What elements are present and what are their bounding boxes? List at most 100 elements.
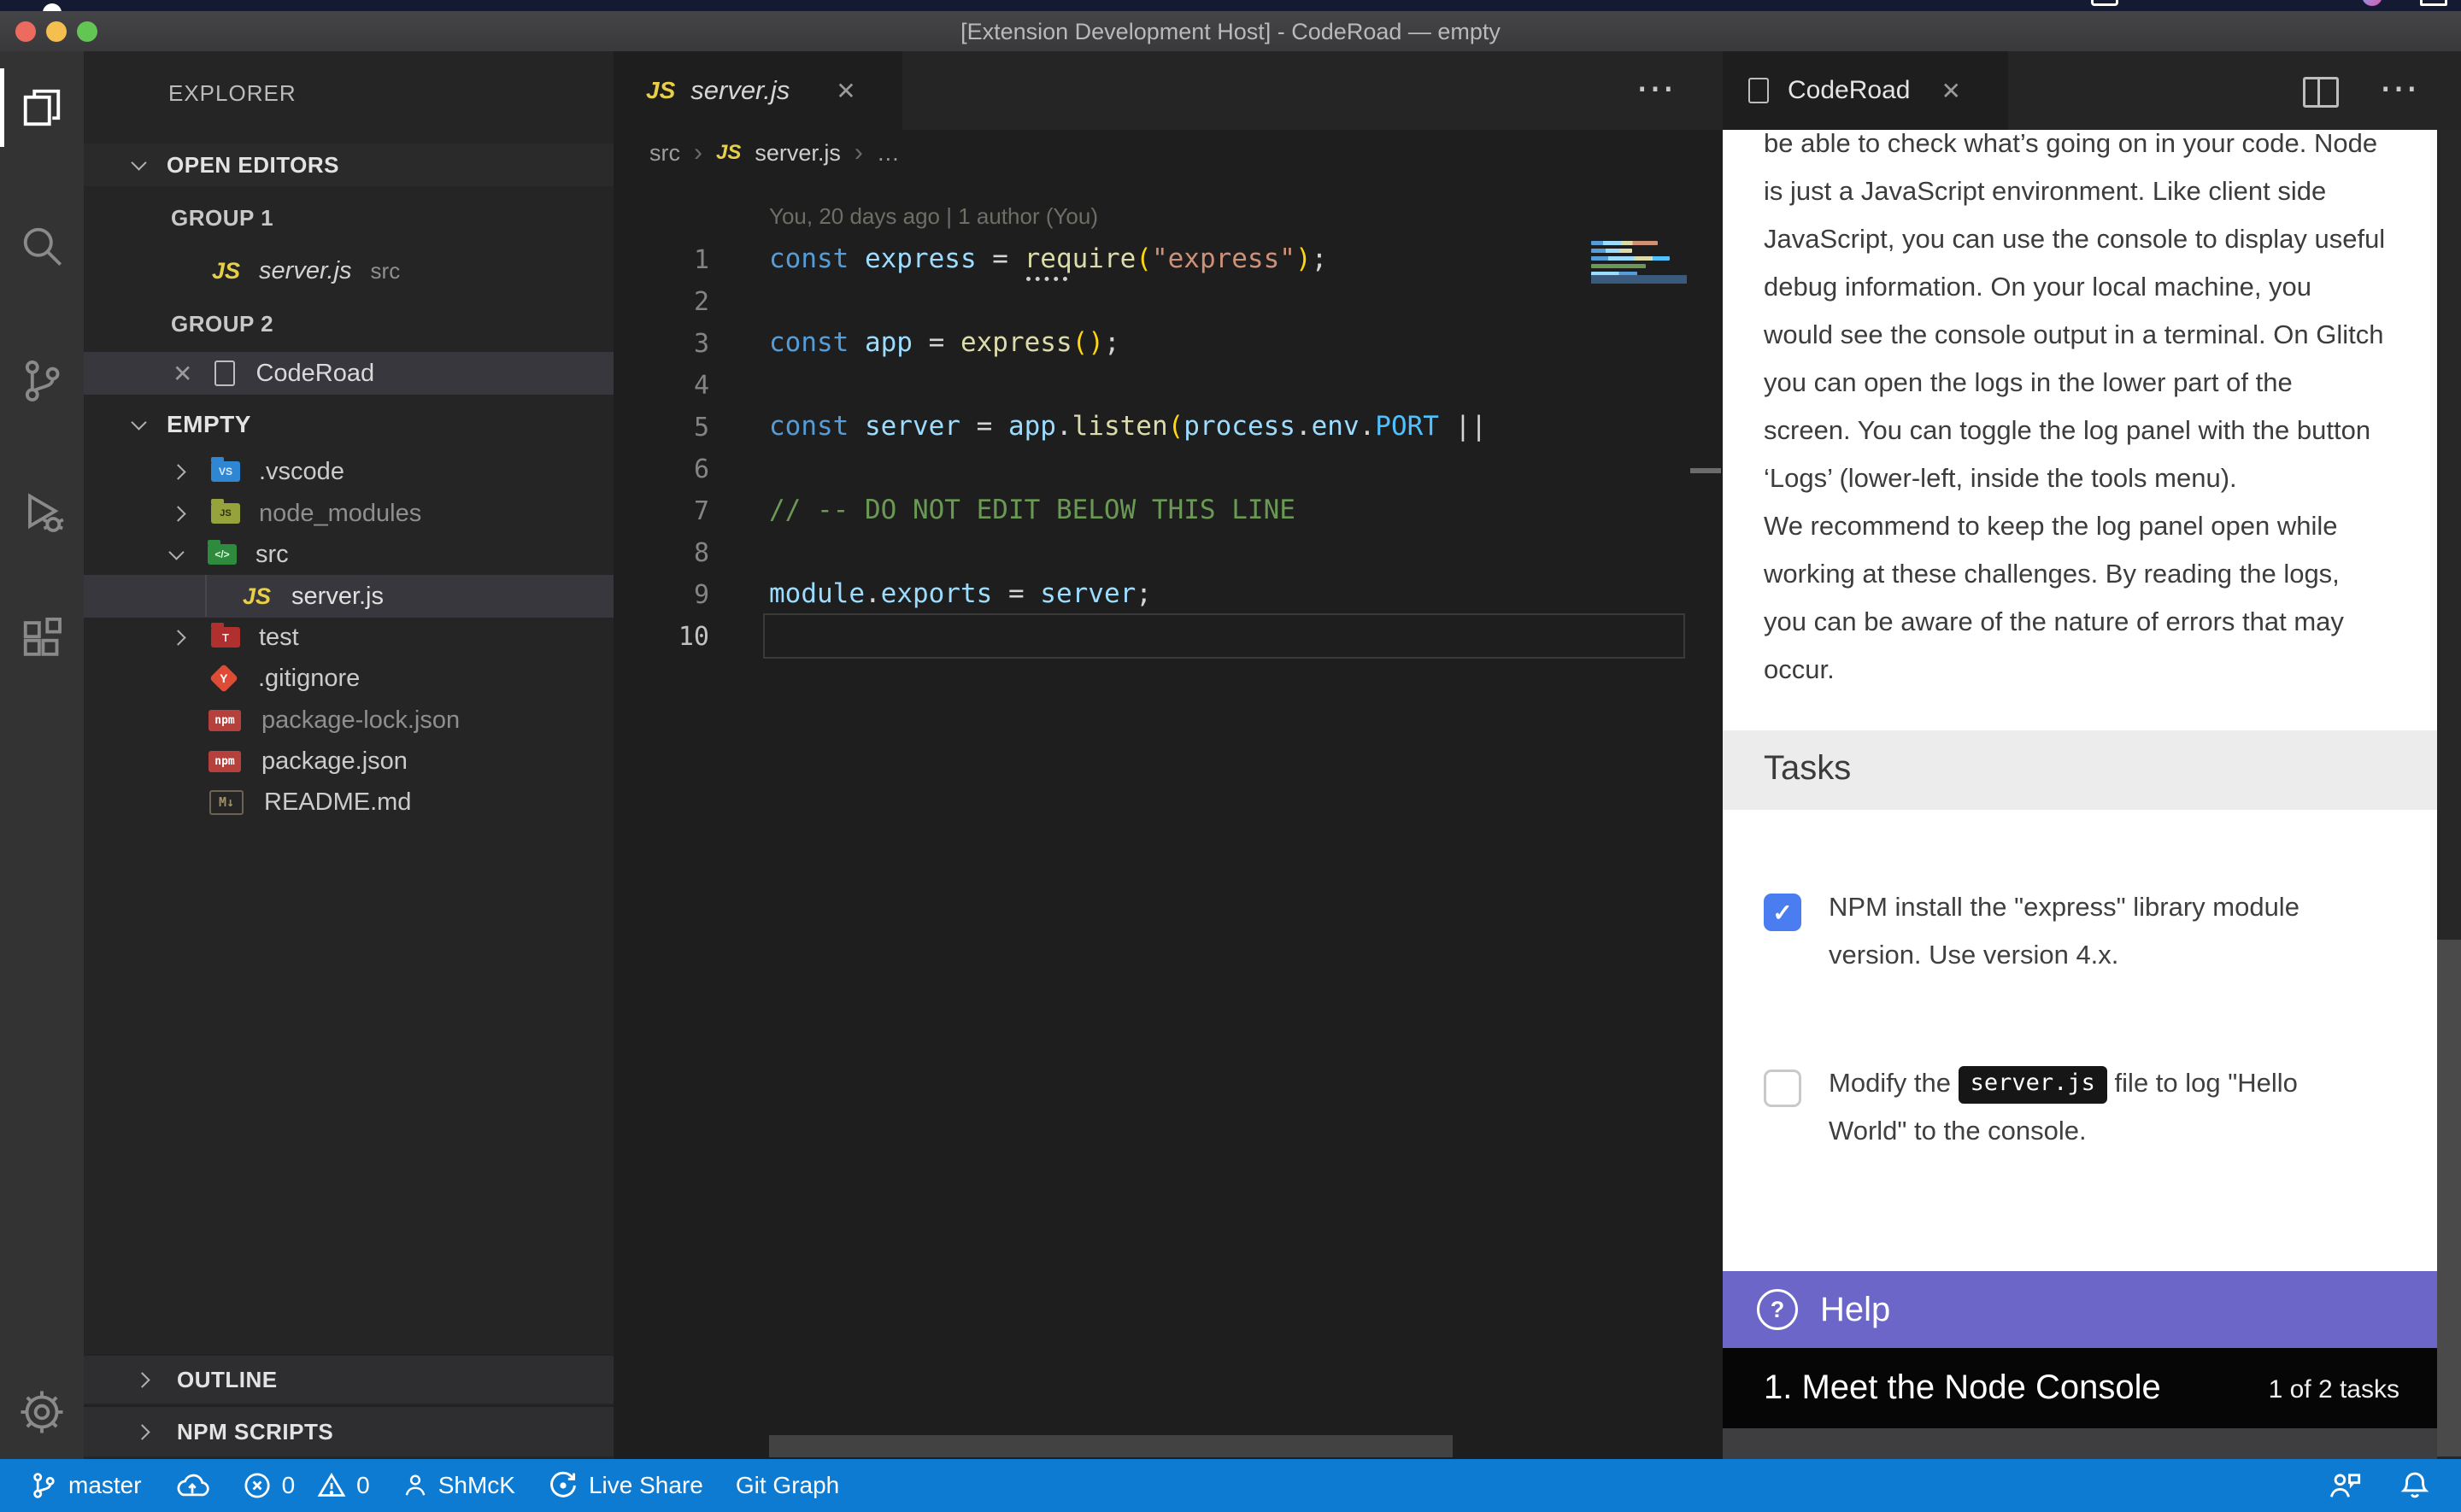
task-checkbox-checked[interactable] bbox=[1764, 894, 1801, 931]
git-graph-label: Git Graph bbox=[736, 1472, 839, 1499]
code-token: = bbox=[977, 411, 1008, 442]
task-text: World" to the console. bbox=[1829, 1107, 2427, 1155]
code-token: ; bbox=[1136, 578, 1152, 609]
git-icon: Y bbox=[209, 664, 238, 693]
line-number: 4 bbox=[631, 371, 709, 401]
tree-item-label: .vscode bbox=[259, 458, 344, 486]
menu-item-window[interactable]: Window bbox=[975, 0, 1063, 11]
tree-item-package-json[interactable]: npm package.json bbox=[84, 740, 614, 782]
mac-menu-bar: Code File Edit Selection View Go Run Ter… bbox=[0, 0, 2461, 11]
breadcrumb-folder[interactable]: src bbox=[649, 140, 680, 167]
run-debug-icon[interactable] bbox=[0, 472, 84, 554]
close-icon[interactable] bbox=[173, 360, 192, 388]
tab-coderoad[interactable]: CodeRoad bbox=[1723, 51, 2008, 130]
code-token: const bbox=[769, 243, 865, 274]
explorer-icon[interactable] bbox=[0, 67, 84, 149]
outline-section-header[interactable]: OUTLINE bbox=[84, 1354, 614, 1404]
extensions-icon[interactable] bbox=[0, 598, 84, 680]
apple-menu-icon[interactable] bbox=[43, 3, 62, 11]
gitlens-annotation[interactable]: You, 20 days ago | 1 author (You) bbox=[769, 203, 1098, 230]
chevron-right-icon bbox=[170, 506, 185, 521]
menu-item-selection[interactable]: Selection bbox=[401, 0, 503, 11]
test-folder-icon: T bbox=[211, 627, 240, 648]
task-checkbox-unchecked[interactable] bbox=[1764, 1070, 1801, 1107]
webview-scrollbar-thumb[interactable] bbox=[2437, 940, 2461, 1456]
tree-item-label: src bbox=[255, 541, 289, 569]
source-control-icon[interactable] bbox=[0, 340, 84, 422]
notifications-bell-icon[interactable] bbox=[2399, 1469, 2430, 1502]
tree-item-serverjs[interactable]: JS server.js bbox=[84, 575, 614, 618]
line-number: 1 bbox=[631, 245, 709, 275]
tree-item-test[interactable]: T test bbox=[84, 616, 614, 659]
folder-section-header[interactable]: EMPTY bbox=[84, 403, 614, 446]
js-file-icon: JS bbox=[243, 583, 271, 610]
minimap[interactable] bbox=[1591, 186, 1687, 289]
menu-item-file[interactable]: File bbox=[219, 0, 259, 11]
live-share-item[interactable]: Live Share bbox=[548, 1470, 703, 1501]
help-section-header[interactable]: ? Help bbox=[1723, 1271, 2437, 1348]
task-text: version. Use version 4.x. bbox=[1829, 931, 2427, 979]
tree-item-readme[interactable]: M↓ README.md bbox=[84, 781, 614, 823]
git-branch-item[interactable]: master bbox=[29, 1469, 142, 1502]
open-editor-serverjs[interactable]: JS server.js src bbox=[84, 249, 614, 292]
coderoad-panel: CodeRoad be able to check what’s going o… bbox=[1723, 51, 2461, 1459]
spotlight-icon[interactable]: ⌕ bbox=[2311, 0, 2324, 6]
menu-item-code[interactable]: Code bbox=[111, 0, 169, 11]
code-line: 2 bbox=[614, 280, 1723, 322]
close-icon[interactable] bbox=[836, 77, 855, 105]
problems-item[interactable]: 0 0 bbox=[243, 1471, 370, 1500]
panel-more-icon[interactable] bbox=[2379, 68, 2418, 108]
menu-item-edit[interactable]: Edit bbox=[308, 0, 351, 11]
tree-item-label: .gitignore bbox=[258, 665, 360, 693]
tree-item-src[interactable]: </> src bbox=[84, 533, 614, 576]
settings-gear-icon[interactable] bbox=[0, 1371, 84, 1453]
webview-scrollbar[interactable] bbox=[2437, 130, 2461, 1459]
feedback-icon[interactable] bbox=[2328, 1469, 2362, 1502]
chevron-right-icon bbox=[170, 630, 185, 645]
account-item[interactable]: ShMcK bbox=[402, 1470, 515, 1501]
close-icon[interactable] bbox=[1941, 77, 1960, 105]
code-line: 7 // -- DO NOT EDIT BELOW THIS LINE bbox=[614, 489, 1723, 531]
chevron-down-icon bbox=[131, 155, 146, 170]
tab-title: server.js bbox=[690, 75, 790, 106]
menu-item-run[interactable]: Run bbox=[737, 0, 781, 11]
horizontal-scrollbar[interactable] bbox=[769, 1435, 1453, 1457]
tree-item-gitignore[interactable]: Y .gitignore bbox=[84, 657, 614, 700]
menu-item-view[interactable]: View bbox=[553, 0, 605, 11]
breadcrumb-separator: › bbox=[855, 138, 863, 167]
minimap-current-line-band bbox=[1591, 275, 1687, 284]
tree-item-label: node_modules bbox=[259, 500, 421, 528]
open-editor-coderoad[interactable]: CodeRoad bbox=[84, 352, 614, 395]
tutorial-text-line: is just a JavaScript environment. Like c… bbox=[1764, 167, 2413, 215]
breadcrumb[interactable]: src › JS server.js › … bbox=[649, 138, 900, 167]
tree-item-label: package-lock.json bbox=[261, 706, 460, 735]
tab-serverjs[interactable]: JS server.js bbox=[614, 51, 902, 130]
menu-item-go[interactable]: Go bbox=[655, 0, 687, 11]
minimap-line bbox=[1591, 264, 1646, 268]
indent-guide bbox=[205, 575, 207, 617]
siri-icon[interactable] bbox=[2362, 0, 2382, 6]
editor-actions-more-icon[interactable] bbox=[1636, 68, 1675, 108]
git-graph-item[interactable]: Git Graph bbox=[736, 1472, 839, 1499]
tree-item-vscode[interactable]: VS .vscode bbox=[84, 450, 614, 493]
open-editors-header[interactable]: OPEN EDITORS bbox=[84, 144, 614, 186]
split-editor-icon[interactable] bbox=[2303, 77, 2339, 108]
sync-cloud-item[interactable] bbox=[174, 1471, 210, 1500]
code-line: 3 const app = express(); bbox=[614, 322, 1723, 364]
status-bar: master 0 0 ShMcK Live Share Git Graph bbox=[0, 1459, 2461, 1512]
search-icon[interactable] bbox=[0, 205, 84, 287]
breadcrumb-tail[interactable]: … bbox=[877, 140, 900, 167]
tree-item-node-modules[interactable]: JS node_modules bbox=[84, 492, 614, 535]
battery-icon bbox=[2091, 0, 2118, 6]
breadcrumb-file[interactable]: server.js bbox=[755, 140, 841, 167]
code-token: = bbox=[929, 327, 960, 358]
menu-item-help[interactable]: Help bbox=[1113, 0, 1163, 11]
tree-item-package-lock[interactable]: npm package-lock.json bbox=[84, 699, 614, 741]
chevron-right-icon bbox=[170, 464, 185, 479]
menu-item-terminal[interactable]: Terminal bbox=[831, 0, 925, 11]
warning-icon bbox=[317, 1471, 346, 1500]
control-center-icon[interactable] bbox=[2420, 0, 2447, 6]
npm-scripts-section-header[interactable]: NPM SCRIPTS bbox=[84, 1405, 614, 1456]
code-token: ; bbox=[1312, 243, 1328, 274]
open-editor-name: CodeRoad bbox=[255, 360, 374, 388]
